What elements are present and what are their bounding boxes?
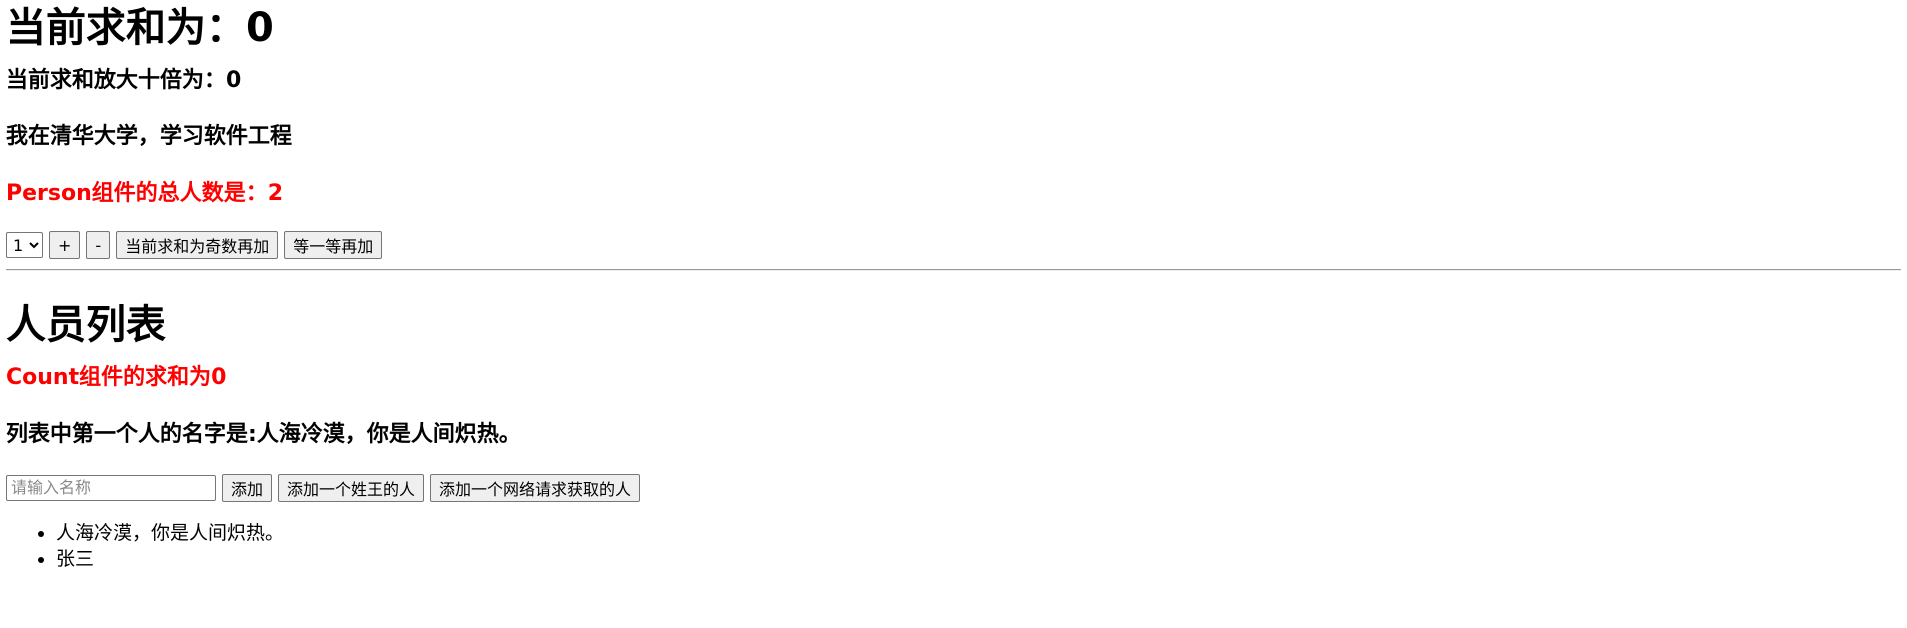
person-total-label: Person组件的总人数是： (6, 180, 268, 206)
list-item: 人海冷漠，你是人间炽热。 (56, 520, 1901, 546)
person-total-value: 2 (267, 180, 284, 206)
add-person-row: 添加 添加一个姓王的人 添加一个网络请求获取的人 (6, 473, 1901, 502)
sum-label: 当前求和为： (6, 5, 246, 51)
person-list-title: 人员列表 (6, 302, 166, 349)
list-item: 张三 (56, 546, 1901, 572)
count-sum-value: 0 (211, 365, 227, 391)
count-controls: 1 + - 当前求和为奇数再加 等一等再加 (6, 231, 1901, 260)
increment-select[interactable]: 1 (6, 232, 43, 259)
add-button[interactable]: 添加 (222, 473, 273, 502)
ten-times-heading: 当前求和放大十倍为：0 (6, 68, 1901, 94)
name-input[interactable] (6, 474, 216, 501)
first-person-label: 列表中第一个人的名字是: (6, 421, 257, 447)
first-person-value: 人海冷漠，你是人间炽热。 (256, 421, 521, 447)
count-sum-heading: Count组件的求和为0 (6, 365, 1901, 391)
sum-value: 0 (246, 5, 274, 51)
add-network-button[interactable]: 添加一个网络请求获取的人 (430, 473, 641, 502)
odd-add-button[interactable]: 当前求和为奇数再加 (116, 231, 279, 260)
divider (6, 269, 1901, 272)
person-total-heading: Person组件的总人数是：2 (6, 181, 1901, 207)
add-wang-button[interactable]: 添加一个姓王的人 (278, 473, 425, 502)
count-sum-label: Count组件的求和为 (6, 365, 212, 391)
school-text: 我在清华大学，学习软件工程 (6, 124, 293, 150)
plus-button[interactable]: + (49, 231, 81, 260)
sum-heading: 当前求和为：0 (6, 4, 1901, 52)
person-list: 人海冷漠，你是人间炽热。 张三 (6, 520, 1901, 572)
page: 当前求和为：0 当前求和放大十倍为：0 我在清华大学，学习软件工程 Person… (0, 4, 1907, 572)
minus-button[interactable]: - (86, 231, 111, 260)
wait-add-button[interactable]: 等一等再加 (284, 231, 383, 260)
first-person-heading: 列表中第一个人的名字是:人海冷漠，你是人间炽热。 (6, 422, 1901, 448)
ten-times-value: 0 (226, 68, 242, 93)
ten-times-label: 当前求和放大十倍为： (6, 68, 227, 93)
